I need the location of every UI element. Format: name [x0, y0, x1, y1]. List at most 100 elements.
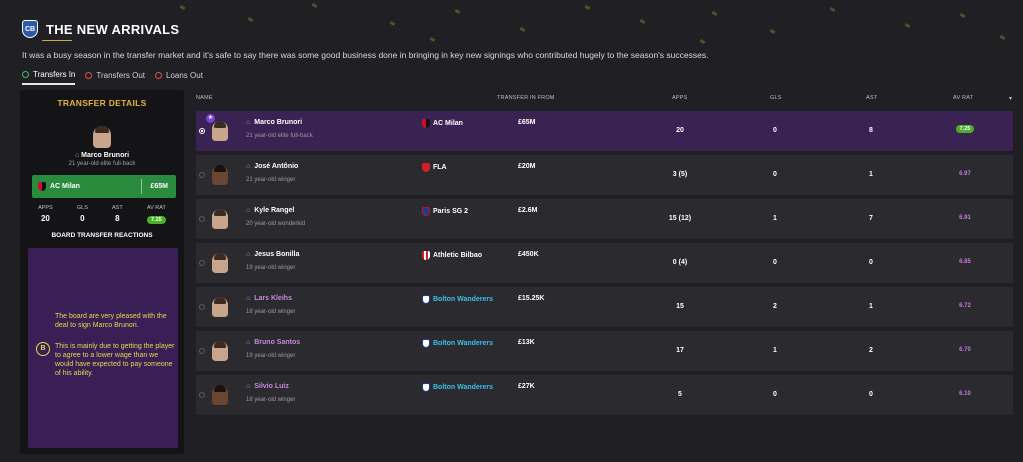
transfer-fee: £65M: [150, 183, 168, 190]
club-shield-icon: [422, 119, 430, 128]
player-name[interactable]: ⌂ Marco Brunori: [20, 152, 184, 159]
club-name-text: Paris SG 2: [433, 208, 469, 215]
club-name[interactable]: Paris SG 2: [422, 207, 468, 216]
lock-icon: ⌂: [246, 163, 251, 170]
reaction-detail-text: This is mainly due to getting the player…: [55, 343, 175, 377]
table-row[interactable]: ★ ⌂ Marco Brunori 21 year-old elite full-…: [196, 111, 1013, 151]
club-name-text: Bolton Wanderers: [433, 296, 494, 303]
row-radio[interactable]: [199, 392, 205, 398]
club-fee-bar[interactable]: AC Milan £65M: [32, 175, 176, 198]
transfer-out-icon: [85, 72, 93, 79]
table-row[interactable]: ⌂ Lars Kleihs 18 year-old winger Bolton W…: [196, 287, 1013, 327]
transfer-fee: £2.6M: [518, 207, 538, 214]
table-row[interactable]: ⌂ Kyle Rangel 20 year-old wonderkid Paris…: [196, 199, 1013, 239]
stat-value: 20: [40, 214, 50, 223]
club-name[interactable]: Athletic Bilbao: [422, 251, 482, 260]
player-name-text: Marco Brunori: [81, 152, 130, 159]
transfer-fee: £15.25K: [518, 295, 545, 302]
player-avatar: [212, 297, 228, 317]
player-avatar: [212, 165, 228, 185]
club-name[interactable]: Bolton Wanderers: [422, 383, 493, 392]
lock-icon: ⌂: [246, 119, 251, 126]
column-header-rating[interactable]: AV RAT: [953, 95, 973, 101]
club-shield-icon: [422, 207, 430, 216]
title-underline: [42, 40, 72, 41]
row-radio[interactable]: [199, 128, 205, 134]
column-header-ast[interactable]: AST: [866, 95, 877, 101]
row-radio[interactable]: [199, 216, 205, 222]
player-name-text: Silvio Luiz: [254, 383, 289, 390]
transfer-fee: £65M: [518, 119, 536, 126]
star-icon: ★: [206, 114, 215, 123]
row-radio[interactable]: [199, 304, 205, 310]
player-avatar: [212, 385, 228, 405]
player-name[interactable]: ⌂ Lars Kleihs: [246, 295, 292, 302]
table-row[interactable]: ⌂ Silvio Luiz 18 year-old winger Bolton W…: [196, 375, 1013, 415]
player-name[interactable]: ⌂ José Antônio: [246, 163, 298, 170]
tab-loans-out[interactable]: Loans Out: [155, 70, 203, 85]
lock-icon: ⌂: [246, 295, 251, 302]
row-radio[interactable]: [199, 348, 205, 354]
stat-value: 8: [115, 214, 120, 223]
column-header-from[interactable]: TRANSFER IN FROM: [497, 95, 555, 101]
stat-ast: AST 8: [112, 205, 123, 224]
lock-icon: ⌂: [246, 339, 251, 346]
assists-value: 0: [869, 391, 873, 398]
stat-rating: AV RAT 7.25: [147, 205, 166, 224]
club-name[interactable]: FLA: [422, 163, 447, 172]
column-header-gls[interactable]: GLS: [770, 95, 782, 101]
club-name-text: AC Milan: [433, 120, 463, 127]
rating-value: 6.72: [959, 303, 971, 309]
club-name[interactable]: Bolton Wanderers: [422, 295, 493, 304]
player-name[interactable]: ⌂ Jesus Bonilla: [246, 251, 299, 258]
club-name[interactable]: Bolton Wanderers: [422, 339, 493, 348]
rating-value: 7.25: [950, 125, 980, 133]
player-avatar: [212, 121, 228, 141]
player-name[interactable]: ⌂ Kyle Rangel: [246, 207, 294, 214]
transfer-details-panel: TRANSFER DETAILS ⌂ Marco Brunori 21 year…: [20, 90, 184, 454]
club-name[interactable]: AC Milan: [422, 119, 463, 128]
stat-label: APPS: [38, 205, 53, 211]
rating-value: 6.91: [959, 215, 971, 221]
goals-value: 1: [773, 215, 777, 222]
rating-value: 6.10: [959, 391, 971, 397]
assists-value: 7: [869, 215, 873, 222]
column-header-apps[interactable]: APPS: [672, 95, 687, 101]
player-avatar: [212, 209, 228, 229]
row-radio[interactable]: [199, 260, 205, 266]
row-radio[interactable]: [199, 172, 205, 178]
column-header-name[interactable]: NAME: [196, 95, 213, 101]
loan-out-icon: [155, 72, 162, 79]
club-shield-icon: [422, 295, 430, 304]
player-name[interactable]: ⌂ Silvio Luiz: [246, 383, 289, 390]
lock-icon: ⌂: [246, 251, 251, 258]
assists-value: 2: [869, 347, 873, 354]
player-name[interactable]: ⌂ Marco Brunori: [246, 119, 302, 126]
apps-value: 0 (4): [672, 259, 688, 266]
apps-value: 15: [676, 303, 684, 310]
assists-value: 8: [869, 127, 873, 134]
lock-icon: ⌂: [74, 152, 80, 159]
table-row[interactable]: ⌂ José Antônio 21 year-old winger FLA £20…: [196, 155, 1013, 195]
chevron-down-icon[interactable]: ▾: [1009, 95, 1012, 102]
rating-value: 6.97: [959, 171, 971, 177]
player-name-text: Jesus Bonilla: [254, 251, 300, 258]
tab-label: Loans Out: [166, 71, 203, 80]
reactions-title: BOARD TRANSFER REACTIONS: [51, 232, 153, 239]
table-row[interactable]: ⌂ Bruno Santos 19 year-old winger Bolton …: [196, 331, 1013, 371]
table-row[interactable]: ⌂ Jesus Bonilla 19 year-old winger Athlet…: [196, 243, 1013, 283]
player-description: 21 year-old elite full-back: [246, 133, 313, 139]
tab-transfers-out[interactable]: Transfers Out: [85, 70, 145, 85]
rating-value: 6.70: [959, 347, 971, 353]
player-description: 20 year-old wonderkid: [246, 221, 306, 227]
club-shield-icon: [422, 163, 430, 172]
tab-transfers-in[interactable]: Transfers In: [22, 70, 76, 85]
assists-value: 1: [869, 303, 873, 310]
goals-value: 1: [773, 347, 777, 354]
player-avatar: [93, 126, 111, 148]
player-name-text: Lars Kleihs: [254, 295, 292, 302]
rating-pill: 7.25: [147, 216, 166, 224]
goals-value: 0: [773, 259, 777, 266]
player-name[interactable]: ⌂ Bruno Santos: [246, 339, 300, 346]
tab-label: Transfers In: [33, 70, 76, 79]
